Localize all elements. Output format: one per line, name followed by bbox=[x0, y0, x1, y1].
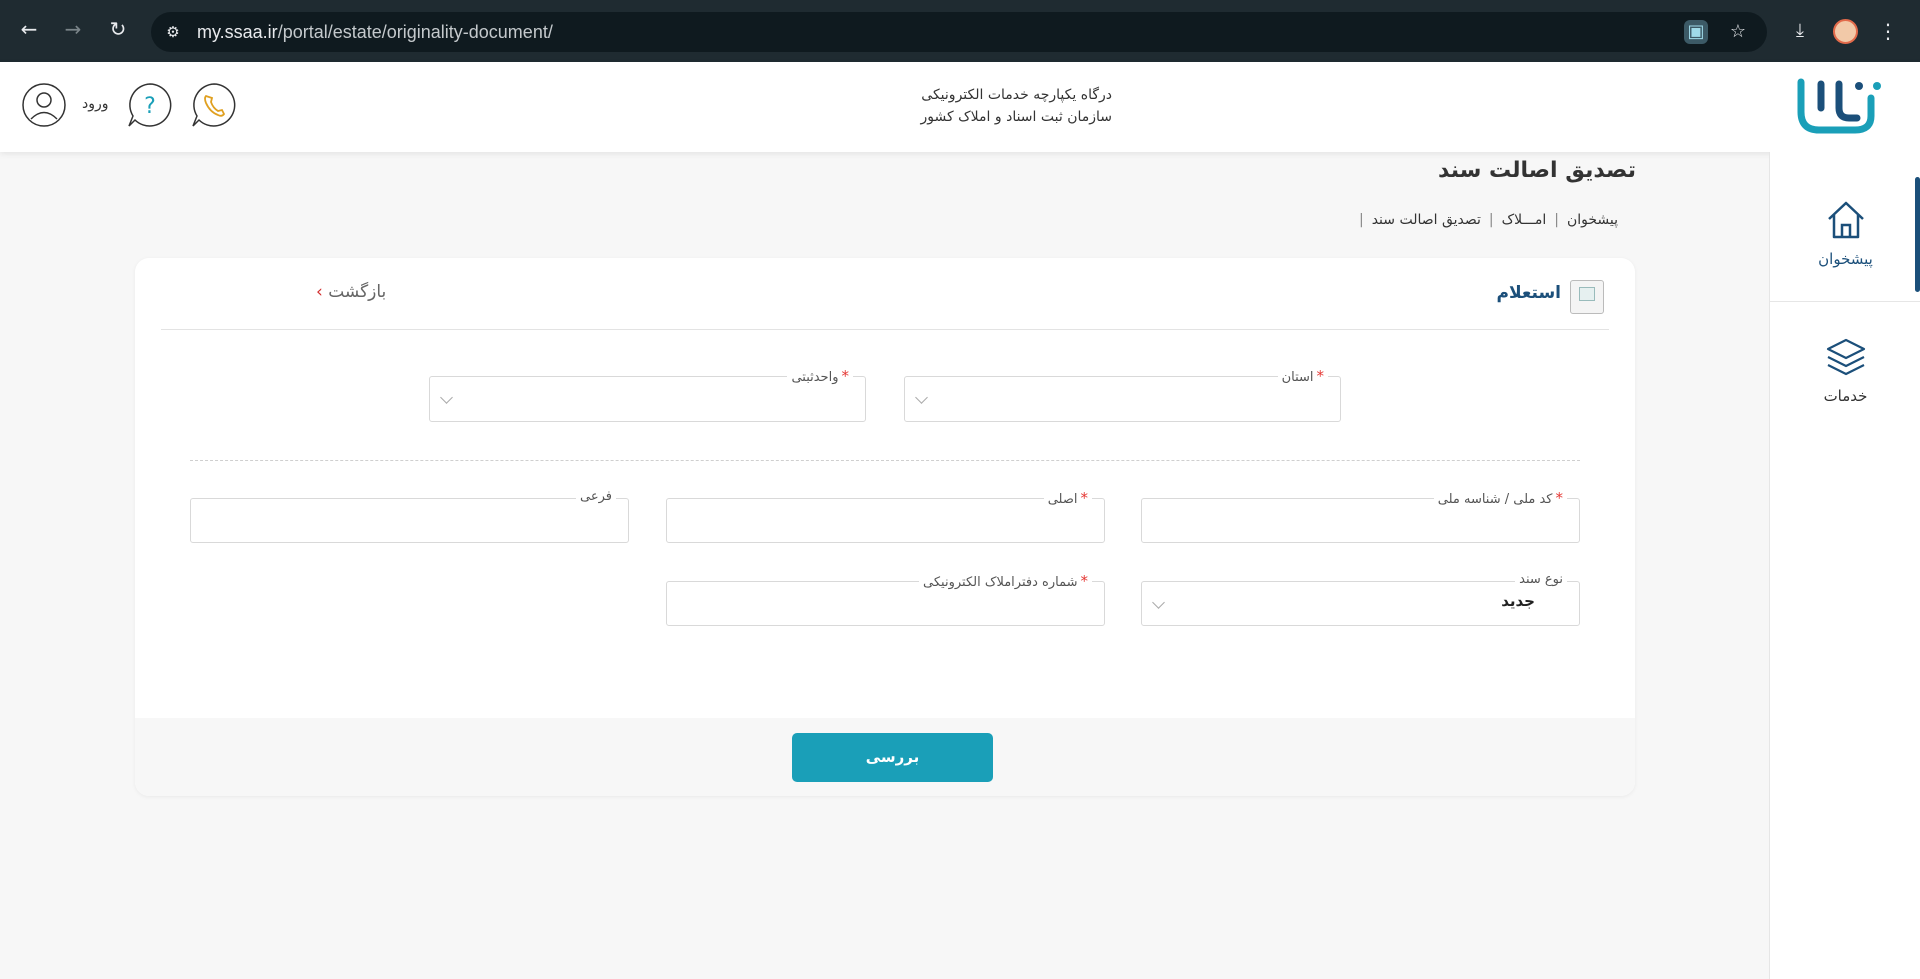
required-marker: * bbox=[841, 367, 850, 385]
download-icon[interactable]: ⤓ bbox=[1788, 19, 1812, 43]
registry-unit-select[interactable]: *واحدثبتی bbox=[429, 367, 866, 422]
right-sidebar: پیشخوان خدمات bbox=[1769, 152, 1920, 979]
browser-toolbar: ← → ↻ ⚙ my.ssaa.ir/portal/estate/origina… bbox=[0, 0, 1920, 62]
address-bar[interactable]: ⚙ my.ssaa.ir/portal/estate/originality-d… bbox=[151, 12, 1767, 52]
required-marker: * bbox=[1316, 367, 1325, 385]
document-type-label: نوع سند bbox=[1515, 572, 1567, 587]
document-type-label-text: نوع سند bbox=[1519, 572, 1563, 587]
browser-menu-icon[interactable]: ⋮ bbox=[1878, 19, 1898, 43]
main-plate-input[interactable] bbox=[667, 499, 1104, 542]
login-label[interactable]: ورود bbox=[82, 96, 109, 112]
breadcrumb-estate[interactable]: امـــلاک bbox=[1502, 212, 1547, 228]
document-type-value: جدید bbox=[1501, 592, 1535, 610]
main-plate-field[interactable]: *اصلی bbox=[666, 489, 1105, 543]
site-settings-icon[interactable]: ⚙ bbox=[163, 22, 183, 42]
breadcrumb-current[interactable]: تصدیق اصالت سند bbox=[1372, 212, 1481, 228]
page-title: تصدیق اصالت سند bbox=[1438, 158, 1636, 183]
sub-plate-field[interactable]: فرعی bbox=[190, 489, 629, 543]
chevron-down-icon bbox=[915, 391, 928, 404]
inquiry-card: استعلام بازگشت › *استان *واحدثبتی *کد مل… bbox=[135, 258, 1635, 796]
province-select[interactable]: *استان bbox=[904, 367, 1341, 422]
submit-button[interactable]: بررسی bbox=[792, 733, 993, 782]
user-account-icon[interactable] bbox=[21, 82, 67, 128]
section-divider bbox=[190, 460, 1580, 461]
sidebar-item-label: خدمات bbox=[1823, 387, 1868, 405]
reload-icon[interactable]: ↻ bbox=[106, 17, 130, 41]
breadcrumb-separator: | bbox=[1488, 212, 1494, 228]
portal-title-line2: سازمان ثبت اسناد و املاک کشور bbox=[920, 109, 1112, 125]
phone-support-icon[interactable] bbox=[191, 82, 237, 128]
document-type-select[interactable]: نوع سند جدید bbox=[1141, 572, 1580, 626]
breadcrumb-separator: | bbox=[1554, 212, 1559, 228]
sub-plate-input[interactable] bbox=[191, 499, 628, 542]
back-link[interactable]: بازگشت › bbox=[316, 282, 386, 302]
sidebar-item-services[interactable]: خدمات bbox=[1770, 335, 1920, 405]
sidebar-item-label: پیشخوان bbox=[1818, 250, 1873, 268]
card-title: استعلام bbox=[1496, 283, 1561, 303]
layers-icon bbox=[1826, 338, 1865, 376]
sidebar-item-dashboard[interactable]: پیشخوان bbox=[1770, 198, 1920, 268]
sidebar-divider bbox=[1770, 301, 1920, 302]
province-label: *استان bbox=[1277, 367, 1328, 385]
portal-title-line1: درگاه یکپارچه خدمات الکترونیکی bbox=[921, 87, 1112, 103]
url-text[interactable]: my.ssaa.ir/portal/estate/originality-doc… bbox=[197, 22, 553, 43]
sabt-logo[interactable] bbox=[1795, 78, 1885, 134]
chevron-down-icon bbox=[1152, 596, 1165, 609]
install-app-icon[interactable]: ▣ bbox=[1684, 20, 1708, 44]
national-code-input[interactable] bbox=[1142, 499, 1579, 542]
back-arrow-icon[interactable]: ← bbox=[17, 17, 41, 41]
home-icon bbox=[1827, 201, 1864, 239]
breadcrumb-separator: | bbox=[1358, 212, 1364, 228]
ebook-number-field[interactable]: *شماره دفتراملاک الکترونیکی bbox=[666, 572, 1105, 626]
url-host: my.ssaa.ir bbox=[197, 22, 278, 42]
back-label: بازگشت bbox=[328, 282, 387, 302]
card-header: استعلام بازگشت › bbox=[161, 258, 1609, 330]
portal-title: درگاه یکپارچه خدمات الکترونیکی سازمان ثب… bbox=[880, 84, 1112, 128]
registry-unit-label: *واحدثبتی bbox=[787, 367, 853, 385]
breadcrumb: پیشخوان | امـــلاک | تصدیق اصالت سند | bbox=[1300, 212, 1618, 228]
url-path: /portal/estate/originality-document/ bbox=[277, 22, 553, 42]
registry-unit-label-text: واحدثبتی bbox=[791, 370, 839, 385]
ebook-number-input[interactable] bbox=[667, 582, 1104, 625]
chevron-down-icon bbox=[440, 391, 453, 404]
site-header: درگاه یکپارچه خدمات الکترونیکی سازمان ثب… bbox=[0, 62, 1920, 152]
national-code-field[interactable]: *کد ملی / شناسه ملی bbox=[1141, 489, 1580, 543]
forward-arrow-icon[interactable]: → bbox=[61, 17, 85, 41]
svg-text:?: ? bbox=[144, 94, 156, 119]
breadcrumb-dashboard[interactable]: پیشخوان bbox=[1567, 212, 1618, 228]
card-footer: بررسی bbox=[135, 718, 1635, 796]
province-label-text: استان bbox=[1281, 370, 1314, 385]
profile-avatar[interactable] bbox=[1833, 19, 1858, 44]
bookmark-star-icon[interactable]: ☆ bbox=[1726, 20, 1750, 44]
chevron-right-icon: › bbox=[316, 282, 323, 302]
help-icon[interactable]: ? bbox=[127, 82, 173, 128]
inquiry-image-icon bbox=[1570, 280, 1604, 314]
